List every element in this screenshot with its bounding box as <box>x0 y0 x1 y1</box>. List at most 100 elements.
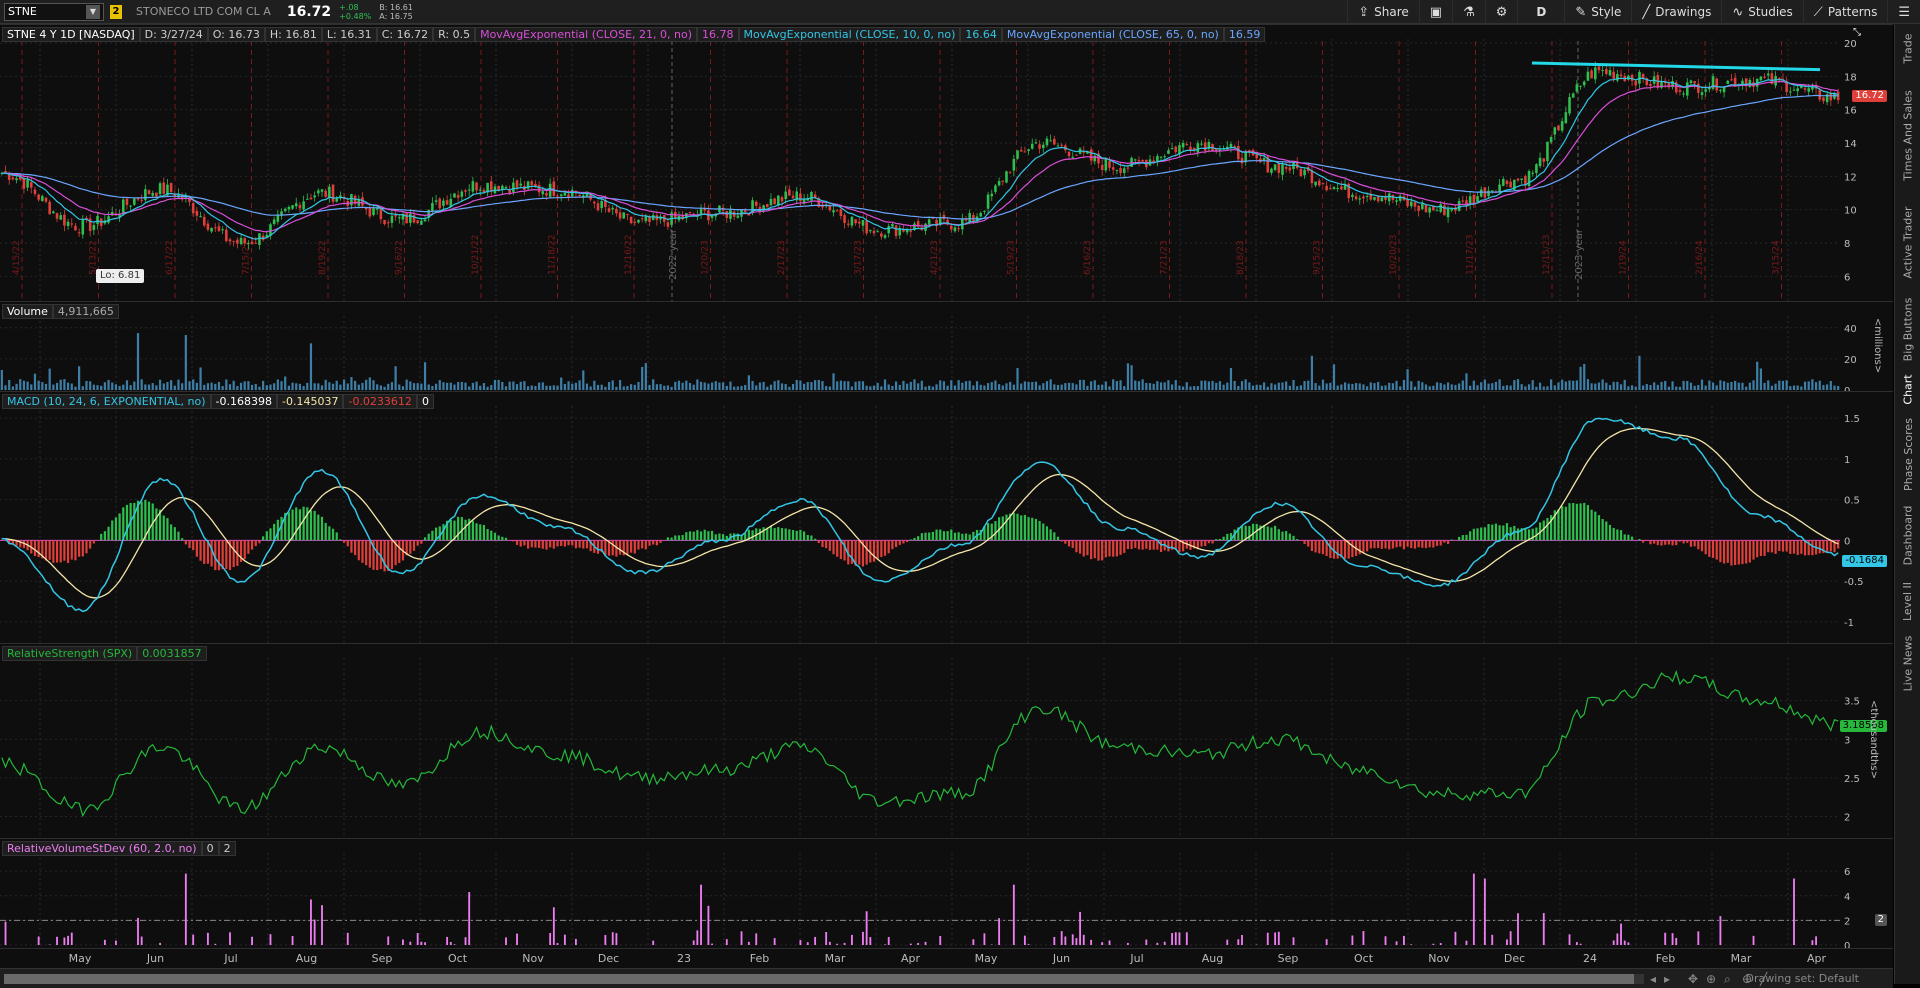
snapshot-button[interactable]: ▣ <box>1418 0 1452 24</box>
tab-active-trader[interactable]: Active Trader <box>1895 200 1920 284</box>
rv-bar <box>1266 932 1269 945</box>
macd-histogram-bar <box>225 540 228 570</box>
rv-bar <box>615 933 618 945</box>
volume-bar <box>486 386 489 390</box>
macd-histogram-bar <box>1215 539 1218 541</box>
volume-bar <box>729 381 732 390</box>
bid-ask: B: 16.61 A: 16.75 <box>379 3 413 21</box>
drawing-set-label[interactable]: Drawing set: Default <box>1746 972 1859 985</box>
macd-histogram-bar <box>1399 540 1402 547</box>
macd-histogram-bar <box>1314 540 1317 553</box>
price-chart[interactable]: 201816141210864/15/22 5/13/22 6/17/22 7/15/… <box>0 25 1893 302</box>
volume-bar <box>1752 380 1755 390</box>
tab-level-ii[interactable]: Level II <box>1895 576 1920 626</box>
chart-scrollbar[interactable]: ◂ ▸ ✥ ⊕ ⌕ ⊖ ╱ Drawing set: Default <box>0 968 1893 988</box>
macd-histogram-bar <box>497 535 500 541</box>
tab-live-news[interactable]: Live News <box>1895 632 1920 694</box>
bar-low: L: 16.31 <box>321 27 377 42</box>
tab-chart[interactable]: Chart <box>1895 369 1920 409</box>
rv-axis-label: 4 <box>1844 892 1850 903</box>
candle-body <box>1008 172 1012 174</box>
macd-panel[interactable]: 1.5 1 0.5 0 -0.5 -1 MACD (10, 24, 6, EXPONENT… <box>0 391 1893 644</box>
macd-histogram-bar <box>637 540 640 550</box>
link-badge[interactable]: 2 <box>110 4 122 19</box>
volume-bar <box>1049 379 1052 390</box>
macd-histogram-bar <box>552 540 555 549</box>
chevron-down-icon[interactable]: ▼ <box>86 4 100 19</box>
studies-button[interactable]: ∿ Studies <box>1721 0 1802 24</box>
patterns-button[interactable]: ⟋ Patterns <box>1802 0 1888 24</box>
tab-trade[interactable]: Trade <box>1895 28 1920 68</box>
volume-bar <box>317 383 320 390</box>
volume-chart[interactable]: 40200 <box>0 302 1893 392</box>
tab-phase-scores[interactable]: Phase Scores <box>1895 414 1920 494</box>
macd-last-tag: -0.1684 <box>1842 555 1887 567</box>
share-button[interactable]: ⇪ Share <box>1347 0 1419 24</box>
volume-bar <box>1366 386 1369 390</box>
date-marker-label: 3/17/23 <box>854 240 864 275</box>
volume-bar <box>714 381 717 390</box>
menu-button[interactable]: ☰ <box>1887 0 1920 24</box>
rv-bar <box>453 944 456 945</box>
scroll-thumb[interactable] <box>4 974 1634 984</box>
tab-dashboard[interactable]: Dashboard <box>1895 502 1920 568</box>
scroll-left-icon[interactable]: ◂ <box>1650 972 1656 986</box>
volume-bar <box>545 385 548 390</box>
candle-body <box>291 205 294 209</box>
macd-histogram-bar <box>1700 540 1704 552</box>
relative-strength-panel[interactable]: 3.5 3 2.5 2 RelativeStrength (SPX) 0.003185… <box>0 643 1893 839</box>
drawings-button[interactable]: ╱ Drawings <box>1631 0 1721 24</box>
zoom-icon[interactable]: ⌕ <box>1724 972 1731 987</box>
tab-times-and-sales[interactable]: Times And Sales <box>1895 80 1920 190</box>
candle-body <box>1321 183 1325 185</box>
rv-bar <box>409 941 412 945</box>
macd-chart[interactable]: 1.510.50-0.5-1 <box>0 392 1893 644</box>
relative-volume-panel[interactable]: 6420 RelativeVolumeStDev (60, 2.0, no) 0… <box>0 838 1893 949</box>
macd-histogram-bar <box>1465 534 1468 541</box>
scroll-right-icon[interactable]: ▸ <box>1664 972 1670 986</box>
style-button[interactable]: ✎ Style <box>1564 0 1631 24</box>
tab-big-buttons[interactable]: Big Buttons <box>1895 292 1920 366</box>
volume-bar <box>287 385 290 390</box>
symbol-input[interactable]: STNE ▼ <box>4 2 104 21</box>
volume-bar <box>1274 384 1277 390</box>
candle-body <box>309 197 313 200</box>
volume-bar <box>409 381 412 390</box>
collapse-icon[interactable]: ⤡ <box>1853 27 1861 38</box>
macd-histogram-bar <box>957 532 960 541</box>
candle-body <box>736 215 740 218</box>
macd-histogram-bar <box>917 536 920 541</box>
flask-button[interactable]: ⚗ <box>1452 0 1485 24</box>
volume-bar <box>1513 380 1516 390</box>
volume-bar <box>70 383 73 390</box>
volume-bar <box>181 383 184 390</box>
rv-bar <box>1568 934 1571 945</box>
zoom-in-icon[interactable]: ⊕ <box>1706 972 1716 986</box>
rv-bar <box>1675 937 1678 945</box>
rv-bar <box>1027 944 1030 945</box>
macd-histogram-bar <box>784 528 787 541</box>
volume-bar <box>30 384 33 390</box>
volume-bar <box>1704 385 1707 390</box>
volume-bar <box>387 383 390 390</box>
macd-histogram-bar <box>173 527 176 541</box>
volume-panel[interactable]: 40 20 0 Volume 4,911,665 <millions> <box>0 301 1893 392</box>
relative-strength-chart[interactable]: 3.532.52 <box>0 644 1893 839</box>
timeframe-button[interactable]: D <box>1517 0 1564 24</box>
pan-icon[interactable]: ✥ <box>1688 972 1698 986</box>
price-panel[interactable]: 20 18 16 14 12 10 8 6 4/15/22 5/13/22 6/17/22 7/15/… <box>0 24 1893 302</box>
macd-histogram-bar <box>199 540 202 561</box>
macd-histogram-bar <box>909 539 912 541</box>
rv-bar <box>972 939 975 945</box>
volume-bar <box>802 383 806 390</box>
macd-histogram-bar <box>681 535 684 541</box>
volume-bar <box>269 384 272 390</box>
candle-body <box>1108 160 1111 168</box>
relative-volume-chart[interactable]: 6420 <box>0 839 1893 949</box>
candle-body <box>1229 143 1233 148</box>
settings-button[interactable]: ⚙ <box>1484 0 1518 24</box>
rv-bar <box>1612 940 1615 945</box>
volume-bar <box>1546 386 1549 390</box>
candle-body <box>530 181 534 185</box>
volume-bar <box>295 383 298 390</box>
